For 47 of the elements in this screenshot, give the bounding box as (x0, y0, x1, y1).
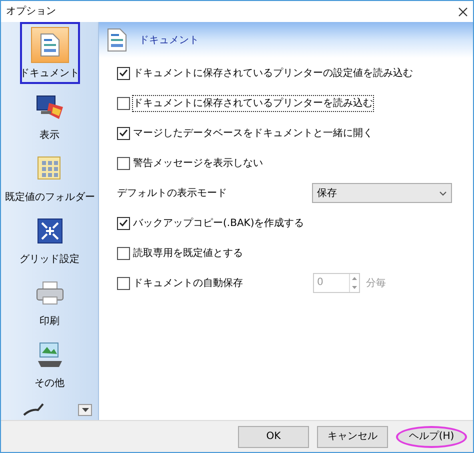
document-icon (107, 28, 127, 52)
checkbox-label: バックアップコピー(.BAK)を作成する (133, 216, 304, 230)
printer-icon (36, 281, 64, 305)
view-mode-dropdown[interactable]: 保存 (312, 183, 452, 203)
unit-label: 分毎 (366, 276, 386, 290)
checkbox-label: ドキュメントの自動保存 (133, 276, 243, 290)
checkbox[interactable] (117, 96, 130, 110)
monitor-icon (34, 93, 64, 121)
chevron-down-icon (439, 190, 447, 196)
checkbox[interactable] (117, 246, 130, 260)
sidebar-item-label: 表示 (40, 131, 60, 141)
sidebar-item-label: 既定値のフォルダー (5, 193, 95, 203)
header-title: ドキュメント (139, 34, 199, 48)
dialog-button[interactable]: OK (238, 426, 309, 448)
checkmark-icon (119, 219, 128, 227)
sidebar-item[interactable]: グリッド設定 (16, 208, 84, 270)
checkbox[interactable] (117, 126, 130, 140)
checkbox[interactable] (117, 216, 130, 230)
sidebar-item[interactable]: 表示 (26, 84, 72, 146)
checkmark-icon (119, 129, 128, 137)
checkbox[interactable] (117, 66, 130, 80)
sidebar-item[interactable]: その他 (26, 332, 72, 394)
window-title: オプション (6, 4, 56, 19)
field-label: デフォルトの表示モード (117, 186, 227, 200)
checkbox-label: ドキュメントに保存されているプリンターを読み込む (133, 96, 373, 110)
dialog-button[interactable]: キャンセル (317, 426, 388, 448)
checkbox-label: ドキュメントに保存されているプリンターの設定値を読み込む (133, 66, 413, 80)
sidebar-item[interactable]: ドキュメント (20, 22, 80, 84)
checkbox[interactable] (117, 156, 130, 170)
down-arrow-icon[interactable] (352, 286, 357, 289)
sidebar-item-label: 印刷 (40, 317, 60, 327)
sidebar-item-label: グリッド設定 (20, 255, 80, 265)
sidebar-item[interactable]: 印刷 (26, 270, 72, 332)
checkbox-label: 警告メッセージを表示しない (133, 156, 263, 170)
sidebar-item-label: その他 (34, 379, 64, 389)
caret-icon (82, 408, 88, 412)
grid-icon (36, 218, 62, 244)
dialog-button[interactable]: ヘルプ(H) (396, 426, 467, 448)
checkbox-label: マージしたデータベースをドキュメントと一緒に開く (133, 126, 373, 140)
up-arrow-icon[interactable] (352, 277, 357, 280)
sidebar-item-label: ドキュメント (20, 69, 80, 79)
checkbox-label: 読取専用を既定値とする (133, 246, 243, 260)
scroll-down-button[interactable] (78, 404, 92, 416)
sidebar-item[interactable]: 既定値のフォルダー (1, 146, 99, 208)
checkmark-icon (119, 69, 128, 77)
close-icon[interactable] (458, 6, 468, 16)
document-icon (40, 33, 60, 57)
